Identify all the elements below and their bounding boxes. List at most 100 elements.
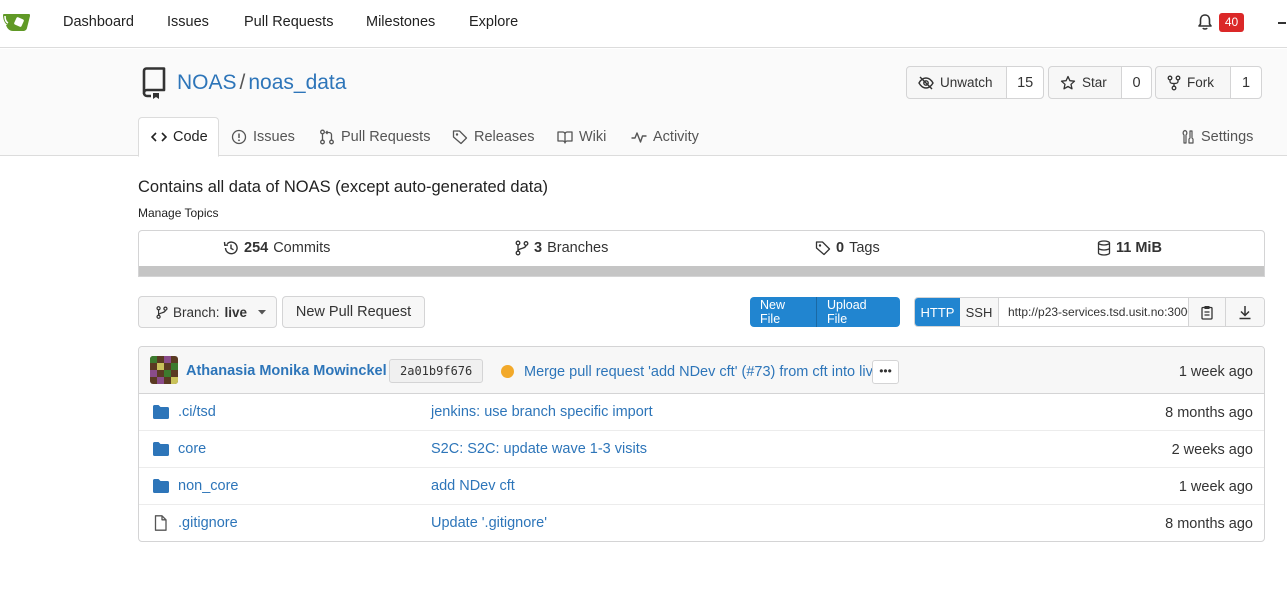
file-commit-message-link[interactable]: add NDev cft (431, 478, 515, 494)
latest-commit-row: Athanasia Monika Mowinckel 2a01b9f676 Me… (139, 347, 1264, 394)
tab-wiki[interactable]: Wiki (557, 117, 606, 156)
table-row: .ci/tsd jenkins: use branch specific imp… (139, 394, 1264, 431)
nav-explore[interactable]: Explore (469, 14, 518, 30)
repo-stats-bar: 254 Commits 3 Branches 0 Tags 11 MiB (138, 230, 1265, 277)
table-row: non_core add NDev cft 1 week ago (139, 468, 1264, 505)
tab-pull-requests[interactable]: Pull Requests (319, 117, 430, 156)
clone-http-button[interactable]: HTTP (915, 298, 960, 326)
star-button[interactable]: Star (1049, 67, 1122, 98)
file-name-link[interactable]: .ci/tsd (178, 404, 216, 420)
unwatch-label: Unwatch (940, 75, 993, 90)
manage-topics-link[interactable]: Manage Topics (138, 206, 219, 220)
top-navbar: Dashboard Issues Pull Requests Milestone… (0, 0, 1287, 48)
commits-stat[interactable]: 254 Commits (223, 240, 330, 256)
gitea-logo-icon[interactable] (2, 10, 32, 34)
notification-count-badge[interactable]: 40 (1219, 13, 1244, 32)
upload-file-button[interactable]: Upload File (817, 297, 900, 327)
file-commit-message-link[interactable]: Update '.gitignore' (431, 515, 547, 531)
star-label: Star (1082, 75, 1107, 90)
pulse-icon (631, 130, 647, 144)
copy-clipboard-icon[interactable] (1189, 298, 1226, 326)
user-menu-edge[interactable] (1278, 22, 1286, 24)
tags-label: Tags (849, 240, 880, 256)
commits-count: 254 (244, 240, 269, 256)
repo-name-link[interactable]: noas_data (248, 71, 346, 94)
file-commit-message-link[interactable]: S2C: S2C: update wave 1-3 visits (431, 441, 647, 457)
repo-owner-link[interactable]: NOAS (177, 71, 237, 94)
file-commit-message-link[interactable]: jenkins: use branch specific import (431, 404, 653, 420)
eye-slash-icon (918, 76, 934, 90)
repo-size: 11 MiB (1116, 240, 1162, 256)
tab-code[interactable]: Code (138, 117, 219, 157)
branches-count: 3 (534, 240, 543, 256)
branch-dropdown[interactable]: Branch: live (138, 296, 277, 328)
nav-milestones[interactable]: Milestones (366, 14, 435, 30)
file-icon (152, 515, 170, 531)
fork-count[interactable]: 1 (1231, 67, 1261, 98)
file-name-link[interactable]: core (178, 441, 206, 457)
branch-prefix: Branch: (173, 304, 220, 320)
nav-dashboard[interactable]: Dashboard (63, 14, 134, 30)
clone-url-bar: HTTP SSH http://p23-services.tsd.usit.no… (914, 297, 1265, 327)
tab-settings[interactable]: Settings (1181, 117, 1253, 156)
tags-stat[interactable]: 0 Tags (815, 240, 880, 256)
language-stats-bar[interactable] (139, 266, 1264, 276)
star-icon (1060, 75, 1076, 91)
folder-icon (152, 478, 170, 494)
notification-bell-icon[interactable] (1196, 13, 1214, 31)
file-time: 8 months ago (1165, 516, 1253, 532)
folder-icon (152, 404, 170, 420)
watch-button-group: Unwatch 15 (906, 66, 1044, 99)
database-icon (1097, 240, 1111, 256)
star-button-group: Star 0 (1048, 66, 1152, 99)
tab-activity-label: Activity (653, 128, 699, 145)
commit-status-pending-icon[interactable] (501, 365, 514, 378)
tag-icon (452, 129, 468, 145)
clone-url-input[interactable]: http://p23-services.tsd.usit.no:3000/NOA… (999, 298, 1189, 326)
table-row: core S2C: S2C: update wave 1-3 visits 2 … (139, 431, 1264, 468)
commit-expand-button[interactable]: ••• (872, 360, 899, 384)
new-pull-request-button[interactable]: New Pull Request (282, 296, 425, 328)
code-icon (151, 130, 167, 144)
avatar[interactable] (150, 356, 178, 384)
commit-message-link[interactable]: Merge pull request 'add NDev cft' (#73) … (524, 364, 881, 380)
tags-count: 0 (836, 240, 845, 256)
table-row: .gitignore Update '.gitignore' 8 months … (139, 505, 1264, 542)
file-time: 2 weeks ago (1171, 442, 1253, 458)
unwatch-button[interactable]: Unwatch (907, 67, 1008, 98)
tools-icon (1181, 129, 1195, 145)
commit-sha-label[interactable]: 2a01b9f676 (389, 359, 484, 383)
file-name-link[interactable]: .gitignore (178, 515, 238, 531)
watch-count[interactable]: 15 (1007, 67, 1043, 98)
fork-label: Fork (1187, 75, 1214, 90)
history-icon (223, 240, 239, 256)
file-time: 8 months ago (1165, 405, 1253, 421)
commit-author-link[interactable]: Athanasia Monika Mowinckel (186, 363, 387, 379)
download-icon[interactable] (1226, 298, 1264, 326)
new-file-button[interactable]: New File (750, 297, 817, 327)
nav-issues[interactable]: Issues (167, 14, 209, 30)
branches-label: Branches (547, 240, 609, 256)
star-count[interactable]: 0 (1122, 67, 1151, 98)
branches-stat[interactable]: 3 Branches (515, 240, 608, 256)
issue-opened-icon (231, 129, 247, 145)
fork-icon (1167, 75, 1181, 91)
branch-name: live (224, 304, 248, 320)
fork-button[interactable]: Fork (1156, 67, 1231, 98)
tab-releases[interactable]: Releases (452, 117, 534, 156)
git-branch-icon (515, 240, 529, 256)
tab-issues[interactable]: Issues (231, 117, 295, 156)
caret-down-icon (258, 309, 267, 315)
nav-pull-requests[interactable]: Pull Requests (244, 14, 333, 30)
commit-time: 1 week ago (1178, 364, 1253, 380)
tab-activity[interactable]: Activity (631, 117, 699, 156)
file-actions-group: New File Upload File (750, 297, 900, 327)
repo-title-separator: / (239, 71, 246, 94)
tab-wiki-label: Wiki (579, 128, 607, 145)
git-branch-icon (156, 305, 168, 320)
clone-ssh-button[interactable]: SSH (960, 298, 999, 326)
repo-title: NOAS / noas_data (177, 71, 346, 95)
file-list-table: Athanasia Monika Mowinckel 2a01b9f676 Me… (138, 346, 1265, 542)
file-name-link[interactable]: non_core (178, 478, 238, 494)
book-icon (557, 130, 573, 144)
